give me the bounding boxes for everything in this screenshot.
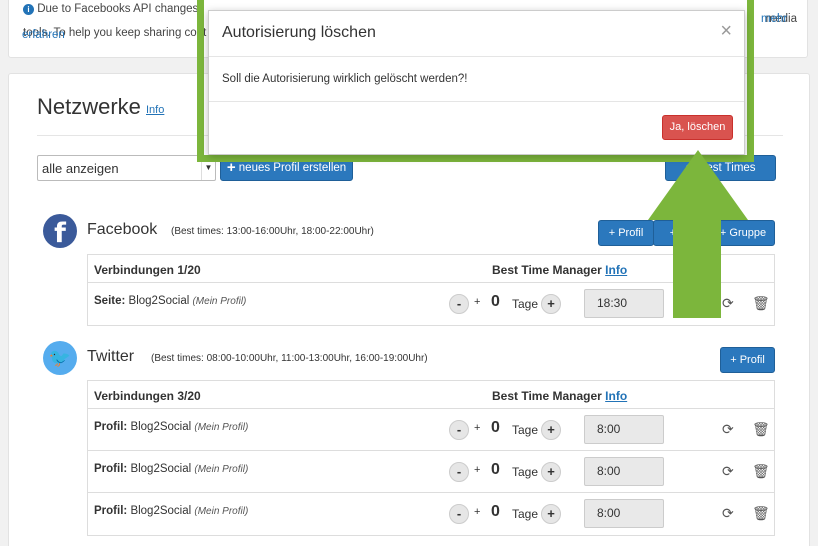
twitter-name: Twitter	[87, 348, 135, 365]
decrement-button[interactable]: -	[449, 420, 469, 440]
divider	[209, 101, 744, 102]
plus-sign: +	[474, 296, 481, 308]
add-facebook-profile-button[interactable]: + Profil	[598, 220, 654, 246]
refresh-icon[interactable]: ⟳	[722, 421, 734, 438]
more-link[interactable]: mehr	[761, 13, 787, 25]
trash-icon[interactable]: 🗑	[752, 421, 770, 438]
plus-sign: +	[474, 464, 481, 476]
trash-icon[interactable]: 🗑	[752, 505, 770, 522]
delete-authorization-dialog: Autorisierung löschen × Soll die Autoris…	[208, 10, 745, 155]
table-row: Profil: Blog2Social (Mein Profil) - + 0 …	[88, 493, 774, 535]
close-icon[interactable]: ×	[720, 20, 732, 43]
table-header: Verbindungen 3/20 Best Time Manager Info	[88, 381, 774, 409]
twitter-connections-table: Verbindungen 3/20 Best Time Manager Info…	[87, 380, 775, 536]
facebook-name: Facebook	[87, 221, 158, 238]
trash-icon[interactable]: 🗑	[752, 463, 770, 480]
plus-sign: +	[474, 422, 481, 434]
time-input[interactable]: 8:00	[584, 457, 664, 486]
increment-button[interactable]: +	[541, 462, 561, 482]
increment-button[interactable]: +	[541, 504, 561, 524]
table-row: Profil: Blog2Social (Mein Profil) - + 0 …	[88, 409, 774, 451]
info-icon: i	[23, 4, 34, 15]
increment-button[interactable]: +	[541, 420, 561, 440]
dialog-message: Soll die Autorisierung wirklich gelöscht…	[222, 73, 468, 85]
btm-info-link[interactable]: Info	[605, 263, 627, 277]
facebook-icon: f	[43, 214, 77, 249]
divider	[209, 56, 744, 57]
decrement-button[interactable]: -	[449, 462, 469, 482]
btm-info-link[interactable]: Info	[605, 389, 627, 403]
notice-text-1: Due to Facebooks API changes	[37, 3, 199, 15]
page-title: Netzwerke	[37, 94, 141, 119]
twitter-icon: 🐦	[43, 341, 77, 375]
facebook-best-times: (Best times: 13:00-16:00Uhr, 18:00-22:00…	[171, 226, 374, 237]
trash-icon[interactable]: 🗑	[752, 295, 770, 312]
days-value: 0	[491, 461, 500, 478]
decrement-button[interactable]: -	[449, 504, 469, 524]
network-filter-select[interactable]: alle anzeigen ▼	[37, 155, 216, 181]
twitter-best-times: (Best times: 08:00-10:00Uhr, 11:00-13:00…	[151, 353, 428, 364]
refresh-icon[interactable]: ⟳	[722, 505, 734, 522]
days-unit: Tage	[512, 465, 539, 479]
days-value: 0	[491, 293, 500, 310]
days-value: 0	[491, 419, 500, 436]
days-unit: Tage	[512, 297, 539, 311]
arrow-up-icon	[648, 150, 748, 318]
dialog-title: Autorisierung löschen	[222, 24, 376, 41]
days-value: 0	[491, 503, 500, 520]
table-row: Profil: Blog2Social (Mein Profil) - + 0 …	[88, 451, 774, 493]
time-input[interactable]: 8:00	[584, 499, 664, 528]
days-unit: Tage	[512, 507, 539, 521]
decrement-button[interactable]: -	[449, 294, 469, 314]
plus-sign: +	[474, 506, 481, 518]
title-info-link[interactable]: Info	[146, 104, 164, 116]
days-unit: Tage	[512, 423, 539, 437]
increment-button[interactable]: +	[541, 294, 561, 314]
add-twitter-profile-button[interactable]: + Profil	[720, 347, 775, 373]
refresh-icon[interactable]: ⟳	[722, 463, 734, 480]
more-link-2[interactable]: erfahren	[22, 29, 65, 41]
confirm-delete-button[interactable]: Ja, löschen	[662, 115, 733, 140]
time-input[interactable]: 8:00	[584, 415, 664, 444]
